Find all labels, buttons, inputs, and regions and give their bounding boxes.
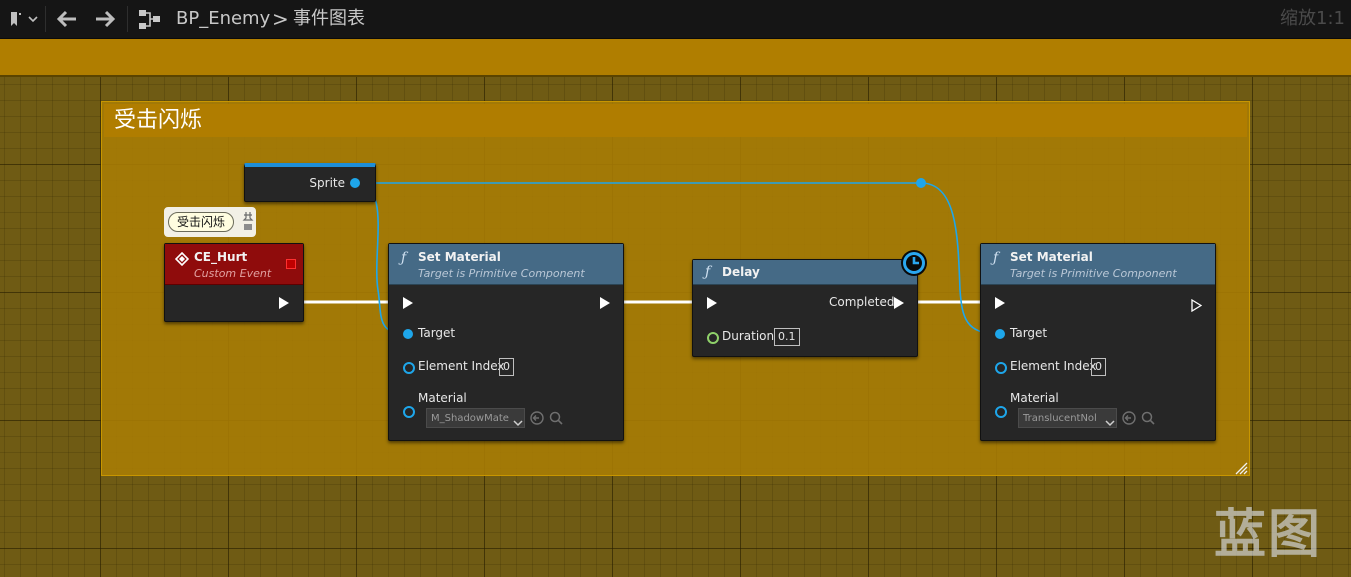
- target-label: Target: [418, 326, 456, 340]
- material-label: Material: [1010, 391, 1059, 405]
- sprite-pin-label: Sprite: [309, 176, 345, 190]
- custom-event-node[interactable]: CE_Hurt Custom Event: [164, 243, 304, 322]
- exec-output-pin[interactable]: [600, 297, 610, 309]
- exec-input-pin[interactable]: [707, 297, 717, 309]
- element-index-field[interactable]: 0: [499, 358, 514, 376]
- delay-node[interactable]: ƒ Delay Completed Duration 0.1: [692, 259, 918, 357]
- use-selected-asset-icon[interactable]: [530, 410, 544, 429]
- material-dropdown[interactable]: M_ShadowMate: [426, 408, 525, 428]
- set-material-1-subtitle: Target is Primitive Component: [418, 267, 585, 280]
- set-material-node-2[interactable]: ƒ Set Material Target is Primitive Compo…: [980, 243, 1216, 441]
- material-dropdown-value: M_ShadowMate: [431, 413, 509, 424]
- chevron-down-icon: [1105, 412, 1115, 431]
- set-material-node-1[interactable]: ƒ Set Material Target is Primitive Compo…: [388, 243, 624, 441]
- element-index-field[interactable]: 0: [1091, 358, 1106, 376]
- browse-asset-search-icon[interactable]: [1141, 410, 1155, 429]
- target-label: Target: [1010, 326, 1048, 340]
- sprite-variable-node[interactable]: Sprite: [244, 163, 376, 202]
- material-label: Material: [418, 391, 467, 405]
- duration-input-pin[interactable]: [707, 332, 719, 344]
- event-tag-bubble[interactable]: 受击闪烁: [164, 207, 256, 237]
- set-material-2-title: Set Material: [1010, 250, 1093, 264]
- function-icon: ƒ: [705, 264, 711, 280]
- function-icon: ƒ: [993, 250, 999, 266]
- element-index-label: Element Index: [1010, 359, 1097, 373]
- target-input-pin[interactable]: [403, 329, 413, 339]
- event-tag-label: 受击闪烁: [168, 212, 235, 232]
- delegate-pin[interactable]: [286, 259, 296, 269]
- sprite-output-pin[interactable]: [350, 178, 360, 188]
- duration-label: Duration: [722, 329, 775, 343]
- exec-output-pin-unconnected[interactable]: [1191, 297, 1203, 316]
- event-diamond-icon: [174, 251, 190, 270]
- set-material-2-subtitle: Target is Primitive Component: [1010, 267, 1177, 280]
- duration-field[interactable]: 0.1: [774, 328, 800, 346]
- material-dropdown-value: TranslucentNol: [1023, 413, 1097, 424]
- completed-exec-pin[interactable]: [894, 297, 904, 309]
- function-icon: ƒ: [401, 250, 407, 266]
- chevron-down-icon: [513, 412, 523, 431]
- delay-title: Delay: [722, 265, 760, 279]
- material-dropdown[interactable]: TranslucentNol: [1018, 408, 1117, 428]
- latent-clock-icon: [900, 249, 928, 281]
- custom-event-subtitle: Custom Event: [194, 267, 272, 280]
- completed-label: Completed: [829, 295, 895, 309]
- blueprint-watermark: 蓝图: [1214, 505, 1323, 565]
- exec-input-pin[interactable]: [995, 297, 1005, 309]
- material-input-pin[interactable]: [403, 406, 415, 418]
- exec-input-pin[interactable]: [403, 297, 413, 309]
- target-input-pin[interactable]: [995, 329, 1005, 339]
- material-input-pin[interactable]: [995, 406, 1007, 418]
- browse-asset-search-icon[interactable]: [549, 410, 563, 429]
- element-index-pin[interactable]: [403, 362, 415, 374]
- custom-event-title: CE_Hurt: [194, 250, 248, 264]
- exec-output-pin[interactable]: [279, 297, 289, 309]
- element-index-pin[interactable]: [995, 362, 1007, 374]
- reroute-knot: [916, 178, 926, 188]
- set-material-1-title: Set Material: [418, 250, 501, 264]
- pin-icon[interactable]: [242, 209, 254, 237]
- use-selected-asset-icon[interactable]: [1122, 410, 1136, 429]
- element-index-label: Element Index: [418, 359, 505, 373]
